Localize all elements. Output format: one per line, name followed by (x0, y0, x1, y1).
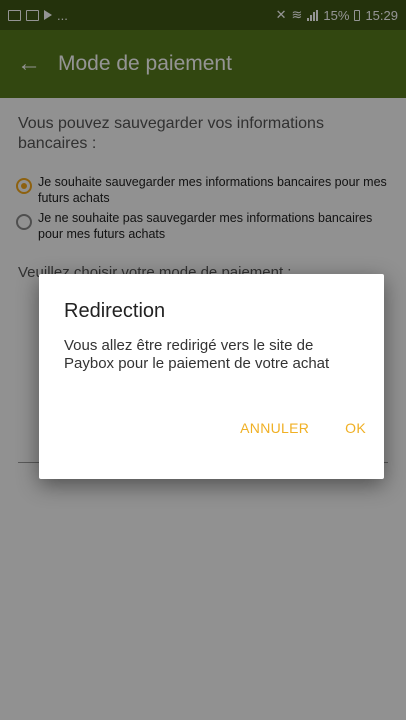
ok-button[interactable]: OK (345, 420, 366, 436)
cancel-button[interactable]: ANNULER (240, 420, 309, 436)
redirection-dialog: Redirection Vous allez être redirigé ver… (39, 274, 384, 479)
dialog-message: Vous allez être redirigé vers le site de… (64, 337, 330, 372)
dialog-title: Redirection (64, 300, 166, 322)
app-screen: ... ✕ ≋ 15% 15:29 ← Mode de paiement Vou… (0, 0, 406, 720)
